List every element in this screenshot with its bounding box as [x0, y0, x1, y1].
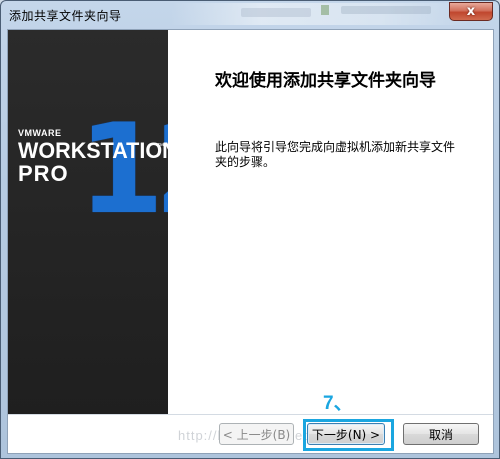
cancel-button-label: 取消	[428, 427, 453, 442]
brand-pro: PRO	[18, 161, 69, 186]
close-button[interactable]: x	[449, 2, 493, 21]
background-window-ghost	[341, 6, 431, 14]
brand-vmware: VMWARE	[18, 128, 62, 138]
back-button[interactable]: < 上一步(B)	[219, 423, 294, 445]
background-window-ghost-icon	[321, 5, 329, 15]
wizard-client-area: 12 VMWARE WORKSTATION ™ PRO 欢迎使用添加共享文件夹向…	[7, 29, 494, 454]
vmware-banner: 12 VMWARE WORKSTATION ™ PRO	[8, 30, 168, 414]
next-button[interactable]: 下一步(N) >	[307, 423, 385, 445]
wizard-description: 此向导将引导您完成向虚拟机添加新共享文件夹的步骤。	[215, 140, 456, 169]
background-window-ghost	[241, 8, 311, 17]
close-icon: x	[466, 4, 476, 19]
back-button-label: < 上一步(B)	[222, 427, 291, 442]
version-number-logo: 12	[78, 98, 168, 242]
next-button-label: 下一步(N) >	[311, 427, 381, 442]
cancel-button[interactable]: 取消	[403, 423, 479, 445]
title-bar[interactable]: 添加共享文件夹向导 x	[1, 1, 499, 29]
wizard-window: 添加共享文件夹向导 x 12 VMWARE WORKSTATION ™ PRO …	[0, 0, 500, 459]
wizard-heading: 欢迎使用添加共享文件夹向导	[215, 71, 436, 91]
step-annotation-label: 7、	[323, 393, 353, 414]
window-title: 添加共享文件夹向导	[9, 9, 122, 23]
trademark-symbol: ™	[157, 143, 164, 150]
